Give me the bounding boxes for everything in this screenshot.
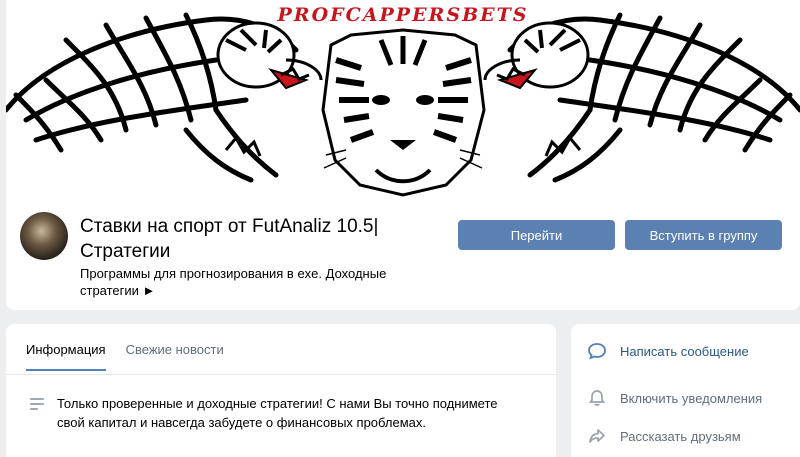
group-status[interactable]: Программы для прогнозирования в exe. Дох… bbox=[80, 265, 420, 299]
tab-fresh-news[interactable]: Свежие новости bbox=[126, 342, 224, 371]
send-message-label: Написать сообщение bbox=[620, 343, 749, 359]
description-icon bbox=[30, 398, 44, 413]
group-avatar[interactable] bbox=[20, 212, 68, 260]
center-tiger-face bbox=[321, 28, 486, 197]
info-tabs: Информация Свежие новости bbox=[26, 342, 244, 371]
right-tiger-head bbox=[483, 21, 590, 90]
tab-information[interactable]: Информация bbox=[26, 342, 106, 371]
tell-friends-label: Рассказать друзьям bbox=[620, 428, 741, 444]
bell-icon bbox=[587, 388, 607, 408]
share-icon bbox=[587, 426, 607, 446]
send-message-action[interactable]: Написать сообщение bbox=[587, 341, 749, 361]
cover-brand-text: PROFCAPPERSBETS bbox=[277, 4, 529, 26]
cover-illustration bbox=[6, 12, 800, 197]
enable-notifications-label: Включить уведомления bbox=[620, 390, 763, 406]
left-tiger-head bbox=[216, 21, 323, 90]
actions-card: Написать сообщение Включить уведомления … bbox=[571, 324, 800, 457]
info-card: Информация Свежие новости Только провере… bbox=[6, 324, 556, 457]
group-description: Только проверенные и доходные стратегии!… bbox=[57, 396, 498, 430]
message-icon bbox=[587, 341, 607, 361]
go-button[interactable]: Перейти bbox=[458, 220, 615, 250]
group-title: Ставки на спорт от FutAnaliz 10.5| Страт… bbox=[80, 216, 379, 262]
join-group-button[interactable]: Вступить в группу bbox=[625, 220, 782, 250]
enable-notifications-action[interactable]: Включить уведомления bbox=[587, 388, 762, 408]
group-cover: PROFCAPPERSBETS bbox=[6, 0, 800, 200]
tell-friends-action[interactable]: Рассказать друзьям bbox=[587, 426, 741, 446]
tabs-divider bbox=[6, 374, 556, 375]
